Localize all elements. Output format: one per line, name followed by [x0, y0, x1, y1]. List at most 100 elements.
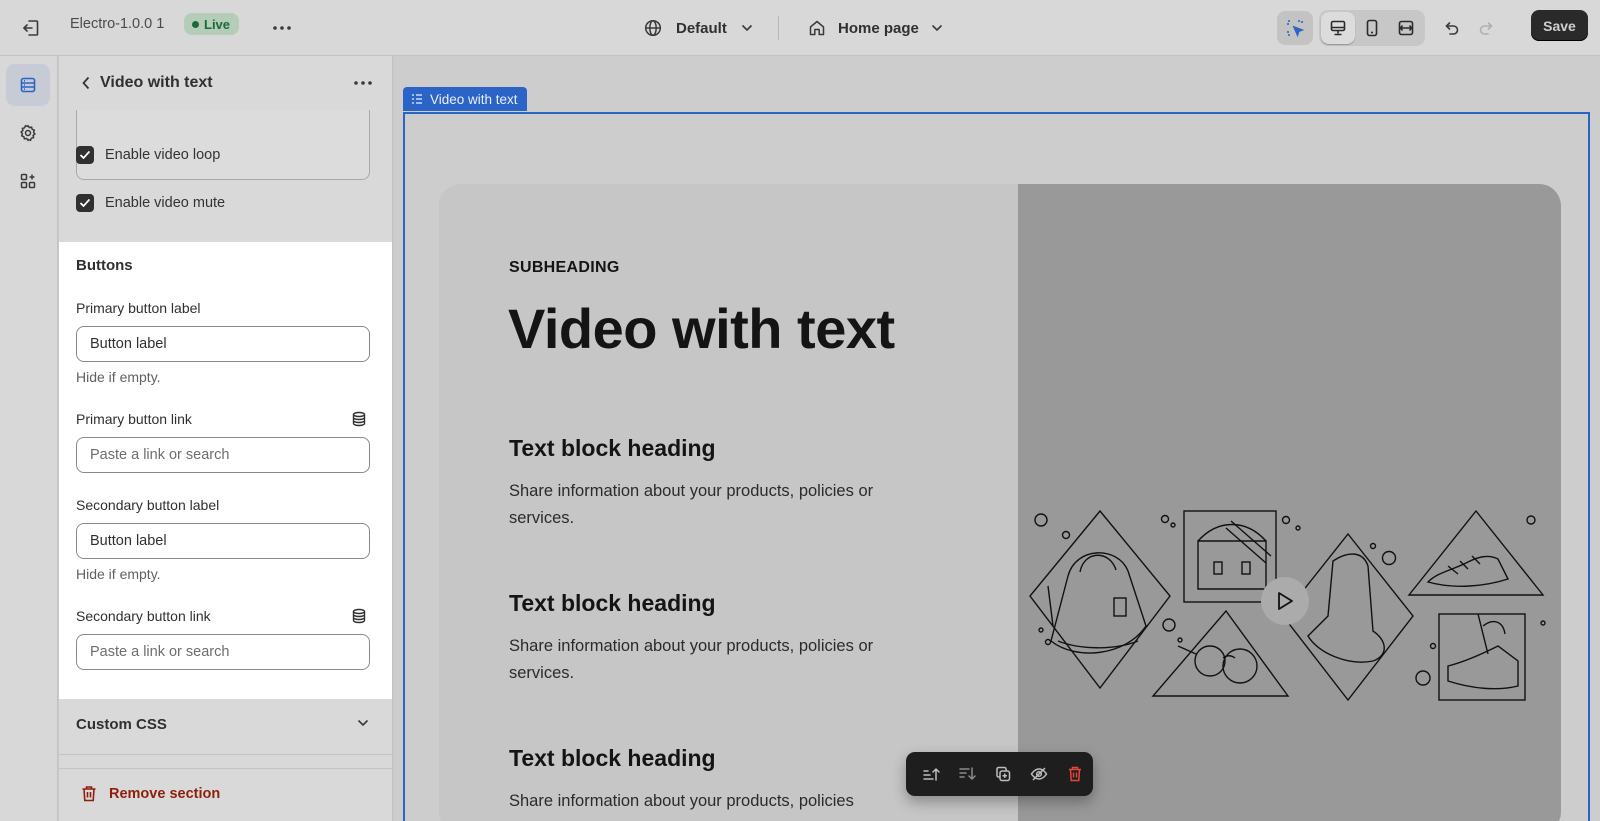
back-button[interactable]	[73, 70, 99, 96]
redo-button[interactable]	[1469, 11, 1505, 45]
select-cursor-icon	[1287, 20, 1305, 38]
remove-section-label: Remove section	[109, 785, 221, 802]
sections-icon	[20, 77, 36, 93]
text-block-body: Share information about your products, p…	[509, 792, 854, 810]
preview-canvas: Video with text SUBHEADING Video with te…	[394, 56, 1600, 821]
more-options-icon[interactable]	[268, 14, 296, 42]
duplicate-button[interactable]	[987, 759, 1018, 789]
secondary-button-label-label: Secondary button label	[76, 497, 220, 513]
dynamic-source-icon[interactable]	[351, 411, 367, 427]
full-width-view-button[interactable]	[1389, 12, 1423, 44]
custom-css-accordion[interactable]: Custom CSS	[59, 699, 392, 755]
selected-section-tag[interactable]: Video with text	[403, 87, 527, 111]
secondary-button-link-label: Secondary button link	[76, 608, 211, 624]
checkbox-label: Enable video mute	[105, 195, 226, 211]
secondary-button-label-input[interactable]: Button label	[76, 523, 370, 559]
gear-icon	[20, 124, 36, 142]
primary-button-link-input[interactable]: Paste a link or search	[76, 437, 370, 473]
left-rail	[0, 56, 58, 821]
text-block-heading: Text block heading	[509, 590, 716, 616]
section-settings-panel: Video with text Enable video loop Enable…	[59, 56, 393, 821]
inspector-toggle[interactable]	[1277, 11, 1313, 45]
undo-icon	[1445, 22, 1459, 35]
apps-icon	[20, 173, 36, 189]
text-block-heading: Text block heading	[509, 745, 716, 771]
page-label: Home page	[838, 19, 919, 37]
secondary-button-link-input[interactable]: Paste a link or search	[76, 634, 370, 670]
apps-nav-button[interactable]	[6, 160, 50, 202]
globe-icon	[644, 19, 662, 37]
play-icon	[1278, 592, 1293, 610]
live-dot-icon	[192, 20, 199, 28]
move-down-button[interactable]	[951, 759, 982, 789]
move-up-button[interactable]	[915, 759, 946, 789]
help-text: Hide if empty.	[76, 566, 161, 582]
viewport-switcher	[1319, 10, 1425, 46]
move-down-icon	[958, 767, 976, 781]
locale-selector[interactable]: Default	[644, 14, 753, 42]
chevron-left-icon	[82, 76, 90, 90]
selected-section-label: Video with text	[430, 91, 518, 107]
checkbox-label: Enable video loop	[105, 147, 221, 163]
delete-button[interactable]	[1059, 759, 1090, 789]
save-button[interactable]: Save	[1531, 10, 1588, 41]
buttons-settings-group: Buttons Primary button label Button labe…	[59, 242, 392, 699]
primary-button-label-input[interactable]: Button label	[76, 326, 370, 362]
chevron-down-icon	[741, 24, 752, 32]
settings-nav-button[interactable]	[6, 112, 50, 154]
toolbar-tools	[1277, 10, 1505, 46]
text-block-heading: Text block heading	[509, 435, 716, 461]
panel-more-button[interactable]	[349, 70, 377, 96]
panel-header: Video with text	[59, 56, 392, 110]
checkbox-checked[interactable]	[76, 194, 94, 212]
status-badge-label: Live	[204, 16, 231, 32]
video-loop-checkbox-row[interactable]: Enable video loop	[76, 143, 220, 167]
section-heading: Video with text	[508, 297, 895, 360]
video-with-text-card[interactable]: SUBHEADING Video with text Text block he…	[439, 184, 1561, 821]
text-block-body: Share information about your products, p…	[509, 482, 874, 527]
play-button[interactable]	[1261, 577, 1309, 625]
section-drag-icon	[412, 94, 422, 104]
check-icon	[79, 150, 91, 160]
chevron-down-icon	[357, 719, 369, 727]
remove-section-row: Remove section	[59, 768, 392, 821]
expand-horizontal-icon	[1398, 20, 1414, 36]
desktop-view-button[interactable]	[1321, 12, 1355, 44]
mobile-view-button[interactable]	[1355, 12, 1389, 44]
video-mute-checkbox-row[interactable]: Enable video mute	[76, 191, 225, 215]
redo-icon	[1479, 22, 1493, 35]
scrolled-input-field[interactable]	[76, 104, 370, 180]
mobile-icon	[1366, 19, 1378, 37]
theme-name: Electro-1.0.0 1	[70, 16, 165, 32]
sections-nav-button[interactable]	[6, 64, 50, 106]
move-up-icon	[922, 767, 940, 781]
help-text: Hide if empty.	[76, 369, 161, 385]
remove-section-button[interactable]: Remove section	[81, 785, 220, 802]
trash-icon	[1068, 766, 1081, 782]
status-badge: Live	[184, 13, 240, 35]
page-selector[interactable]: Home page	[808, 14, 943, 42]
undo-button[interactable]	[1433, 11, 1469, 45]
desktop-icon	[1330, 20, 1346, 36]
text-block-body: Share information about your products, p…	[509, 637, 874, 682]
check-icon	[79, 198, 91, 208]
home-icon	[809, 20, 825, 36]
primary-button-link-label: Primary button link	[76, 411, 192, 427]
custom-css-title: Custom CSS	[76, 716, 167, 733]
dynamic-source-icon[interactable]	[351, 608, 367, 624]
panel-title: Video with text	[100, 74, 213, 91]
trash-icon	[82, 786, 96, 802]
section-action-toolbar	[906, 752, 1093, 796]
chevron-down-icon	[931, 24, 942, 32]
subheading: SUBHEADING	[509, 259, 620, 276]
exit-icon[interactable]	[17, 14, 45, 42]
locale-label: Default	[676, 19, 727, 37]
eye-off-icon	[1030, 767, 1047, 781]
section-heading: Buttons	[76, 257, 133, 274]
duplicate-icon	[995, 766, 1010, 782]
video-placeholder[interactable]	[1018, 184, 1561, 821]
top-bar: Electro-1.0.0 1 Live Default Home page S…	[0, 0, 1600, 56]
hide-button[interactable]	[1023, 759, 1054, 789]
more-options-icon	[354, 81, 372, 85]
checkbox-checked[interactable]	[76, 146, 94, 164]
